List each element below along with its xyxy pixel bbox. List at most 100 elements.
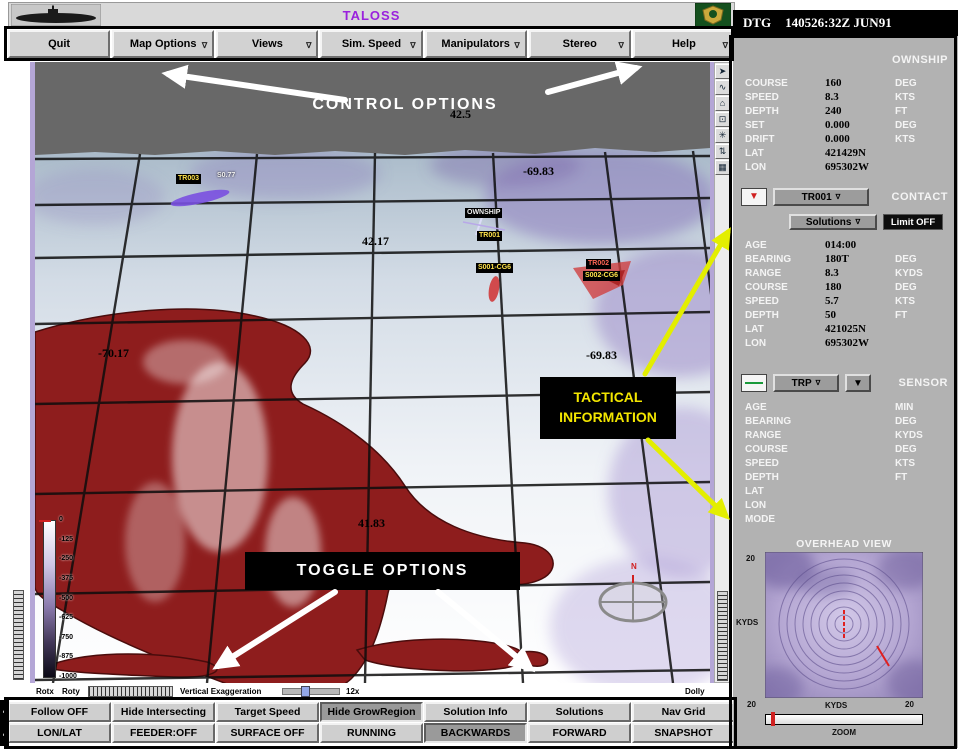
- dropdown-arrow-icon: ∇: [855, 218, 860, 226]
- menu-button[interactable]: Help ∇: [633, 30, 735, 58]
- dropdown-arrow-icon: ∇: [816, 379, 821, 387]
- ownship-data-row: DEPTH240FT: [733, 104, 958, 118]
- toggle-button[interactable]: Hide Intersecting: [112, 702, 215, 722]
- toggle-button[interactable]: BACKWARDS: [424, 723, 527, 743]
- solutions-button[interactable]: Solutions∇: [789, 214, 877, 230]
- menu-button[interactable]: Map Options ∇: [112, 30, 214, 58]
- overhead-axis-label: 20: [905, 700, 914, 709]
- window-corner-widget[interactable]: ▸ ▸: [0, 700, 9, 746]
- view-controls-bar: Rotx Roty Vertical Exaggeration 12x Doll…: [30, 684, 730, 699]
- dropdown-arrow-icon: ∇: [836, 193, 841, 201]
- contact-data-row: RANGE8.3KYDS: [733, 266, 958, 280]
- seek-tool-icon[interactable]: ⇅: [715, 144, 730, 159]
- contact-data-row: COURSE180DEG: [733, 280, 958, 294]
- toggle-button[interactable]: Nav Grid: [632, 702, 735, 722]
- ownship-data-row: LON695302W: [733, 160, 958, 174]
- contact-label-tr001[interactable]: TR001: [477, 231, 502, 241]
- depth-tick-label: -375: [59, 575, 77, 582]
- depth-tick-label: -625: [59, 614, 77, 621]
- contact-section-header: CONTACT: [892, 191, 948, 203]
- reset-view-icon[interactable]: ✳: [715, 128, 730, 143]
- sensor-data-row: MODE: [733, 512, 958, 526]
- set-home-view-icon[interactable]: ⊡: [715, 112, 730, 127]
- overhead-axis-label: KYDS: [736, 618, 758, 627]
- sensor-symbol-icon: [745, 382, 763, 384]
- toggle-button[interactable]: RUNNING: [320, 723, 423, 743]
- depth-tick-label: -750: [59, 634, 77, 641]
- zoom-label: ZOOM: [765, 728, 923, 737]
- toggle-button[interactable]: FEEDER:OFF: [112, 723, 215, 743]
- overhead-axis-label: KYDS: [825, 701, 847, 710]
- menu-button[interactable]: Quit: [8, 30, 110, 58]
- contact-selector-button[interactable]: TR001∇: [773, 188, 869, 206]
- toggle-button[interactable]: SNAPSHOT: [632, 723, 735, 743]
- sensor-symbol: [741, 374, 767, 392]
- window-title: TALOSS: [9, 8, 734, 23]
- contact-label-ownship[interactable]: OWNSHIP: [465, 208, 502, 218]
- sensor-selector-button[interactable]: TRP∇: [773, 374, 839, 392]
- toggle-button[interactable]: Hide GrowRegion: [320, 702, 423, 722]
- depth-tick-label: 0: [59, 516, 77, 523]
- dropdown-arrow-icon: ∇: [202, 41, 207, 50]
- slider-thumb[interactable]: [301, 686, 310, 697]
- vertical-exaggeration-label: Vertical Exaggeration: [180, 687, 261, 696]
- ownship-data-row: SPEED8.3KTS: [733, 90, 958, 104]
- menu-button[interactable]: Sim. Speed ∇: [320, 30, 422, 58]
- menu-button[interactable]: Stereo ∇: [529, 30, 631, 58]
- sensor-dropdown-button[interactable]: ▼: [845, 374, 871, 392]
- depth-tick-label: -1000: [59, 673, 77, 680]
- contact-label-tr002[interactable]: TR002: [586, 259, 611, 269]
- dolly-thumbwheel[interactable]: [717, 591, 728, 681]
- sensor-data-row: LON: [733, 498, 958, 512]
- home-view-icon[interactable]: ⌂: [715, 96, 730, 111]
- dolly-label: Dolly: [685, 687, 705, 696]
- sensor-data-row: RANGEKYDS: [733, 428, 958, 442]
- compass-north-label: N: [631, 562, 637, 571]
- map-3d-view[interactable]: 42.5 -69.83 42.17 -70.17 -69.83 41.83 N …: [30, 62, 714, 683]
- contact-speed-label: S0.77: [217, 172, 235, 179]
- sensor-data-row: COURSEDEG: [733, 442, 958, 456]
- contact-label-s002[interactable]: S002-CG6: [583, 271, 620, 281]
- toggle-button[interactable]: Solution Info: [424, 702, 527, 722]
- depth-scale: 0-125-250-375-500-625-750-875-1000: [43, 514, 98, 682]
- view-toolbar: ➤∿⌂⊡✳⇅▦: [714, 62, 731, 683]
- contact-data-row: LAT421025N: [733, 322, 958, 336]
- lon-label: -69.83: [586, 348, 617, 363]
- dropdown-arrow-icon: ∇: [618, 41, 623, 50]
- toggle-button[interactable]: SURFACE OFF: [216, 723, 319, 743]
- contact-data-row: AGE014:00: [733, 238, 958, 252]
- contact-data-row: LON695302W: [733, 336, 958, 350]
- vertical-exaggeration-slider[interactable]: [282, 688, 340, 695]
- perspective-view-icon[interactable]: ▦: [715, 160, 730, 175]
- dtg-value: 140526:32Z JUN91: [785, 15, 892, 31]
- spring-tool-icon[interactable]: ∿: [715, 80, 730, 95]
- menu-button[interactable]: Manipulators ∇: [425, 30, 527, 58]
- depth-tick-label: -500: [59, 595, 77, 602]
- sensor-data-row: LAT: [733, 484, 958, 498]
- toggle-button[interactable]: FORWARD: [528, 723, 631, 743]
- menu-button[interactable]: Views ∇: [216, 30, 318, 58]
- toggle-button[interactable]: Target Speed: [216, 702, 319, 722]
- contact-label-tr003[interactable]: TR003: [176, 174, 201, 184]
- rotx-label: Rotx: [36, 687, 54, 696]
- lon-label: -69.83: [523, 164, 554, 179]
- toggle-button[interactable]: LON/LAT: [8, 723, 111, 743]
- pointer-tool-icon[interactable]: ➤: [715, 64, 730, 79]
- contact-data-row: BEARING180TDEG: [733, 252, 958, 266]
- sea-level-marker: [39, 520, 51, 522]
- limit-button[interactable]: Limit OFF: [883, 214, 943, 230]
- zoom-slider-thumb[interactable]: [771, 712, 775, 726]
- overhead-axis-label: 20: [746, 554, 755, 563]
- zoom-slider[interactable]: [765, 714, 923, 725]
- lon-label: -70.17: [98, 346, 129, 361]
- roty-thumbwheel[interactable]: [13, 590, 24, 680]
- contact-label-s001[interactable]: S001-CG6: [476, 263, 513, 273]
- sensor-section-header: SENSOR: [899, 377, 948, 389]
- roty-label: Roty: [62, 687, 80, 696]
- rot-thumbwheel[interactable]: [88, 686, 173, 697]
- ownship-section-header: OWNSHIP: [892, 54, 948, 66]
- toggle-button[interactable]: Follow OFF: [8, 702, 111, 722]
- overhead-view[interactable]: [765, 552, 923, 698]
- contact-symbol-icon: ▼: [749, 192, 759, 202]
- toggle-button[interactable]: Solutions: [528, 702, 631, 722]
